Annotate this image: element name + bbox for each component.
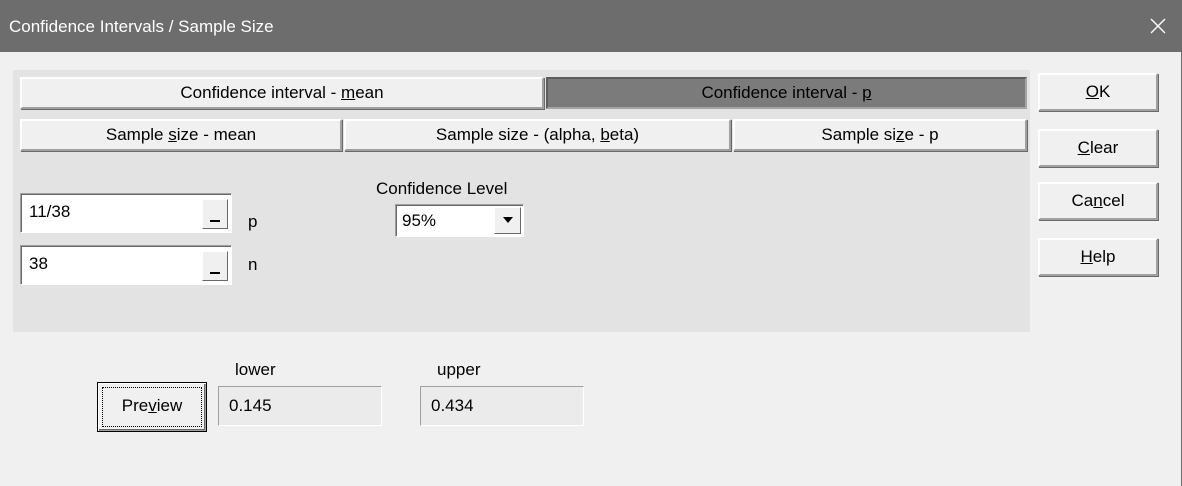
tab-label-accel: z [896,125,905,144]
button-label-accel: O [1085,82,1099,101]
preview-button[interactable]: Preview [97,382,207,432]
button-label: K [1098,82,1111,101]
tab-label-accel: m [341,83,356,102]
lower-value: 0.145 [229,396,272,415]
confidence-level-value: 95% [402,211,437,230]
title-bar: Confidence Intervals / Sample Size [0,0,1181,52]
tab-label: Sample size - (alpha, [435,125,601,144]
dialog-window: Confidence Intervals / Sample Size Confi… [0,0,1182,486]
button-label: elp [1092,247,1116,266]
p-input[interactable]: 11/38 [20,193,232,233]
tab-label: Sample [105,125,169,144]
tab-label: ean [355,83,384,102]
button-label-accel: H [1080,247,1093,266]
button-label-accel: n [1093,191,1103,210]
tab-label: e - p [904,125,939,144]
n-input-value: 38 [29,254,48,273]
button-label: iew [156,396,183,415]
tab-label: Confidence interval - [701,83,863,102]
tab-label: Sample si [821,125,897,144]
upper-value-box: 0.434 [420,386,584,426]
button-label: Ca [1071,191,1094,210]
tab-label: Confidence interval - [180,83,342,102]
cancel-button[interactable]: Cancel [1038,182,1158,220]
confidence-level-label: Confidence Level [376,179,508,198]
lower-label: lower [235,360,276,379]
button-label-accel: v [148,396,157,415]
clear-button[interactable]: Clear [1038,129,1158,167]
n-label: n [248,255,258,274]
chevron-down-icon[interactable] [494,207,521,234]
tab-confidence-interval-mean[interactable]: Confidence interval - mean [20,77,544,109]
p-input-value: 11/38 [29,202,71,221]
tab-sample-size-mean[interactable]: Sample size - mean [20,119,342,151]
p-label: p [248,212,258,231]
tab-label: eta) [609,125,640,144]
button-label: Pre [121,396,149,415]
n-input-picker-button[interactable] [202,251,228,281]
close-button[interactable] [1135,0,1181,52]
tab-label: ize - mean [176,125,257,144]
lower-value-box: 0.145 [218,386,382,426]
ok-button[interactable]: OK [1038,73,1158,111]
tab-label-accel: b [600,125,610,144]
tab-label-accel: p [862,83,872,102]
n-input[interactable]: 38 [20,245,232,285]
p-input-picker-button[interactable] [202,199,228,229]
close-icon [1150,18,1166,34]
window-title: Confidence Intervals / Sample Size [9,17,274,36]
button-label-accel: C [1077,138,1090,157]
upper-value: 0.434 [431,396,474,415]
tab-sample-size-p[interactable]: Sample size - p [733,119,1027,151]
tab-label-accel: s [168,125,177,144]
button-label: cel [1102,191,1125,210]
tab-confidence-interval-p[interactable]: Confidence interval - p [546,77,1027,109]
tab-sample-size-alpha-beta[interactable]: Sample size - (alpha, beta) [344,119,731,151]
confidence-level-select[interactable]: 95% [395,204,524,237]
help-button[interactable]: Help [1038,238,1158,276]
upper-label: upper [437,360,481,379]
button-label: lear [1089,138,1119,157]
